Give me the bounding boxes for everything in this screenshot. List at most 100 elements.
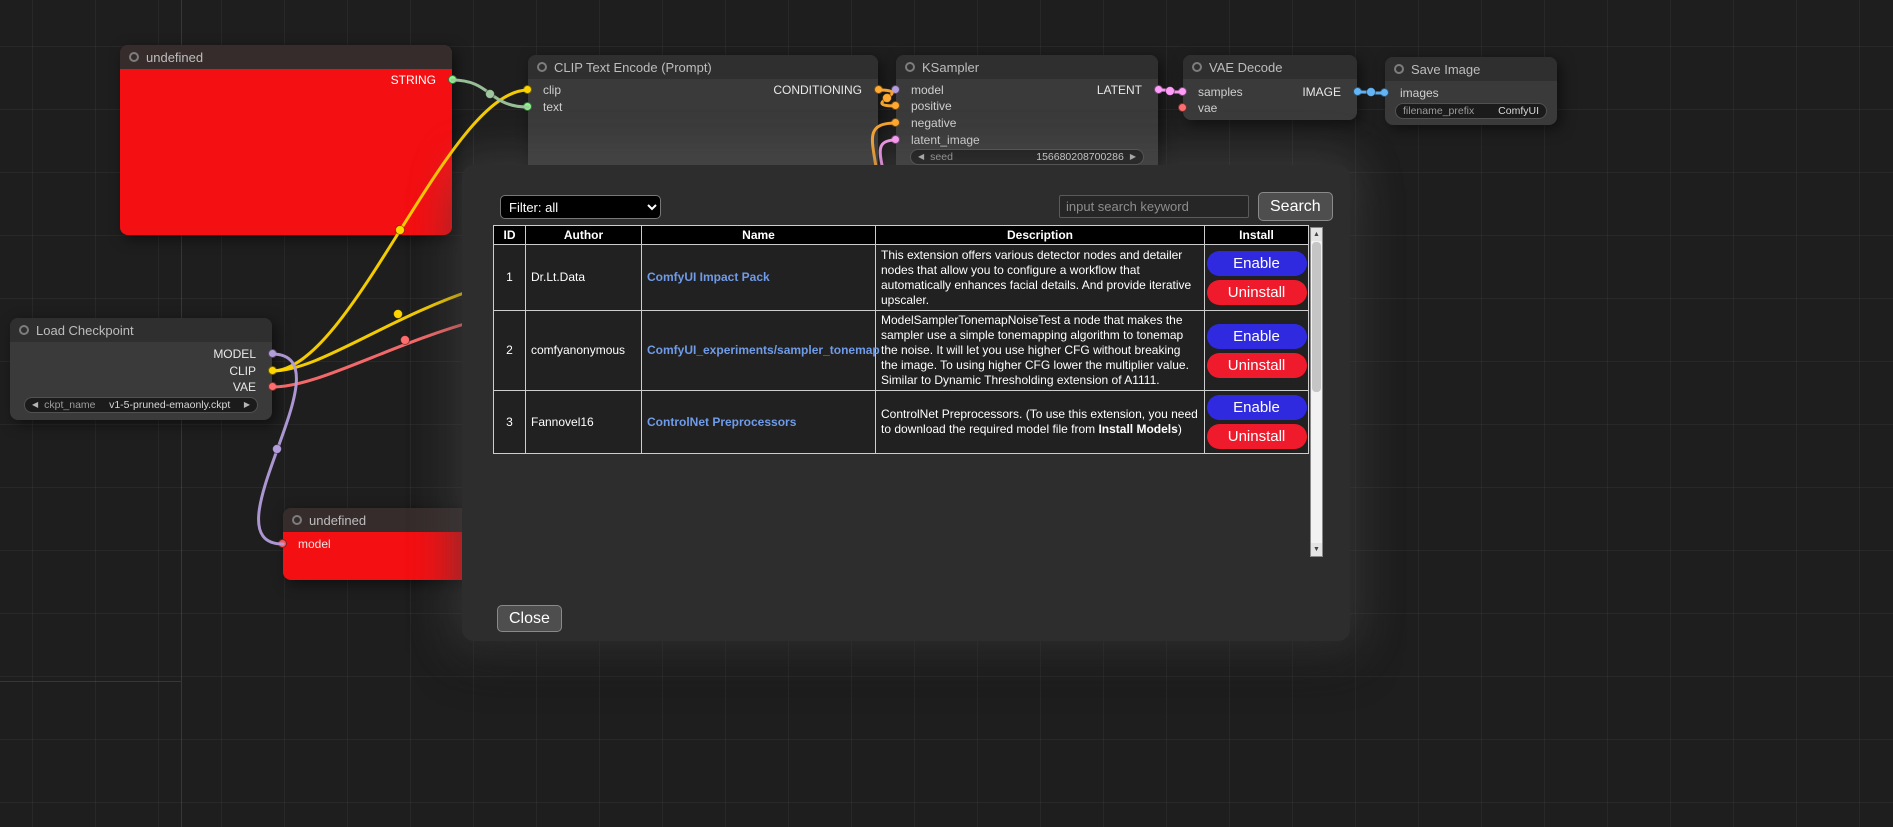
input-port-vae[interactable] <box>1178 103 1187 112</box>
node-load-checkpoint[interactable]: Load Checkpoint MODEL CLIP VAE ◀ ckpt_na… <box>10 318 272 420</box>
collapse-toggle-icon[interactable] <box>537 62 547 72</box>
input-port-text[interactable] <box>523 102 532 111</box>
collapse-toggle-icon[interactable] <box>905 62 915 72</box>
output-port-clip[interactable] <box>268 366 277 375</box>
output-port-conditioning[interactable] <box>874 85 883 94</box>
node-undefined-top[interactable]: undefined STRING <box>120 45 452 235</box>
node-title: KSampler <box>922 60 979 75</box>
close-button[interactable]: Close <box>497 605 562 632</box>
widget-label: filename_prefix <box>1403 105 1474 117</box>
link-dot <box>401 336 410 345</box>
link-dot <box>883 94 892 103</box>
ckpt-name-widget[interactable]: ◀ ckpt_name v1-5-pruned-emaonly.ckpt ▶ <box>24 397 258 413</box>
input-port-positive[interactable] <box>891 101 900 110</box>
description-text: ModelSamplerTonemapNoiseTest a node that… <box>881 313 1189 387</box>
input-label-model: model <box>298 537 331 551</box>
output-port-image[interactable] <box>1353 87 1362 96</box>
increment-arrow-icon[interactable]: ▶ <box>244 401 250 409</box>
input-port-latent-image[interactable] <box>891 135 900 144</box>
output-label-model: MODEL <box>213 347 256 361</box>
input-label-images: images <box>1400 86 1439 100</box>
collapse-toggle-icon[interactable] <box>292 515 302 525</box>
header-install: Install <box>1205 226 1309 245</box>
table-header-row: ID Author Name Description Install <box>494 226 1309 245</box>
output-port-model[interactable] <box>268 349 277 358</box>
node-title: undefined <box>146 50 203 65</box>
output-label-string: STRING <box>391 73 436 87</box>
search-input[interactable] <box>1059 195 1249 218</box>
input-port-samples[interactable] <box>1178 87 1187 96</box>
uninstall-button[interactable]: Uninstall <box>1207 353 1307 378</box>
output-port-string[interactable] <box>448 75 457 84</box>
node-title: CLIP Text Encode (Prompt) <box>554 60 712 75</box>
input-port-clip[interactable] <box>523 85 532 94</box>
uninstall-button[interactable]: Uninstall <box>1207 280 1307 305</box>
extension-link[interactable]: ComfyUI Impact Pack <box>647 270 770 284</box>
input-label-samples: samples <box>1198 85 1243 99</box>
widget-label: seed <box>930 151 953 163</box>
node-title-bar[interactable]: CLIP Text Encode (Prompt) <box>528 55 878 79</box>
scrollbar-thumb[interactable] <box>1312 242 1321 392</box>
node-title: undefined <box>309 513 366 528</box>
node-title-bar[interactable]: Save Image <box>1385 57 1557 81</box>
scroll-down-icon[interactable]: ▼ <box>1311 543 1322 556</box>
node-title-bar[interactable]: undefined <box>283 508 473 532</box>
scroll-up-icon[interactable]: ▲ <box>1311 228 1322 241</box>
input-port-negative[interactable] <box>891 118 900 127</box>
input-label-clip: clip <box>543 83 561 97</box>
uninstall-button[interactable]: Uninstall <box>1207 424 1307 449</box>
canvas-origin-horizontal-line <box>0 681 181 682</box>
node-vae-decode[interactable]: VAE Decode samples vae IMAGE <box>1183 55 1357 120</box>
widget-value: v1-5-pruned-emaonly.ckpt <box>102 399 238 411</box>
node-title-bar[interactable]: undefined <box>120 45 452 69</box>
increment-arrow-icon[interactable]: ▶ <box>1130 153 1136 161</box>
seed-widget[interactable]: ◀ seed 156680208700286 ▶ <box>910 149 1144 165</box>
description-bold: Install Models <box>1098 422 1177 436</box>
enable-button[interactable]: Enable <box>1207 324 1307 349</box>
enable-button[interactable]: Enable <box>1207 395 1307 420</box>
decrement-arrow-icon[interactable]: ◀ <box>918 153 924 161</box>
output-label-image: IMAGE <box>1302 85 1341 99</box>
input-port-images[interactable] <box>1380 88 1389 97</box>
table-row: 2 comfyanonymous ComfyUI_experiments/sam… <box>494 311 1309 391</box>
header-id: ID <box>494 226 526 245</box>
search-button[interactable]: Search <box>1258 192 1333 221</box>
node-graph-canvas[interactable]: undefined STRING CLIP Text Encode (Promp… <box>0 0 1893 827</box>
enable-button[interactable]: Enable <box>1207 251 1307 276</box>
wire-string <box>452 80 528 107</box>
collapse-toggle-icon[interactable] <box>1394 64 1404 74</box>
link-dot <box>273 445 282 454</box>
node-title-bar[interactable]: VAE Decode <box>1183 55 1357 79</box>
output-label-clip: CLIP <box>229 364 256 378</box>
output-port-latent[interactable] <box>1154 85 1163 94</box>
cell-description: This extension offers various detector n… <box>876 245 1205 311</box>
collapse-toggle-icon[interactable] <box>19 325 29 335</box>
input-port-model[interactable] <box>891 85 900 94</box>
link-dot <box>394 310 403 319</box>
table-scrollbar[interactable]: ▲ ▼ <box>1310 227 1323 557</box>
node-title: VAE Decode <box>1209 60 1282 75</box>
node-undefined-bottom[interactable]: undefined model <box>283 508 473 580</box>
input-label-latent-image: latent_image <box>911 133 980 147</box>
header-description: Description <box>876 226 1205 245</box>
input-port-model[interactable] <box>278 539 287 548</box>
node-title: Save Image <box>1411 62 1480 77</box>
description-text: This extension offers various detector n… <box>881 248 1191 307</box>
input-label-text: text <box>543 100 562 114</box>
link-dot <box>486 90 495 99</box>
cell-author: comfyanonymous <box>526 311 642 391</box>
node-save-image[interactable]: Save Image images filename_prefix ComfyU… <box>1385 57 1557 125</box>
extension-link[interactable]: ControlNet Preprocessors <box>647 415 796 429</box>
widget-value: ComfyUI <box>1480 105 1539 117</box>
output-port-vae[interactable] <box>268 382 277 391</box>
collapse-toggle-icon[interactable] <box>1192 62 1202 72</box>
decrement-arrow-icon[interactable]: ◀ <box>32 401 38 409</box>
node-title-bar[interactable]: Load Checkpoint <box>10 318 272 342</box>
node-title-bar[interactable]: KSampler <box>896 55 1158 79</box>
extension-link[interactable]: ComfyUI_experiments/sampler_tonemap <box>647 343 880 357</box>
filter-select[interactable]: Filter: all <box>500 195 661 219</box>
input-label-positive: positive <box>911 99 952 113</box>
collapse-toggle-icon[interactable] <box>129 52 139 62</box>
cell-id: 2 <box>494 311 526 391</box>
filename-prefix-widget[interactable]: filename_prefix ComfyUI <box>1395 103 1547 119</box>
